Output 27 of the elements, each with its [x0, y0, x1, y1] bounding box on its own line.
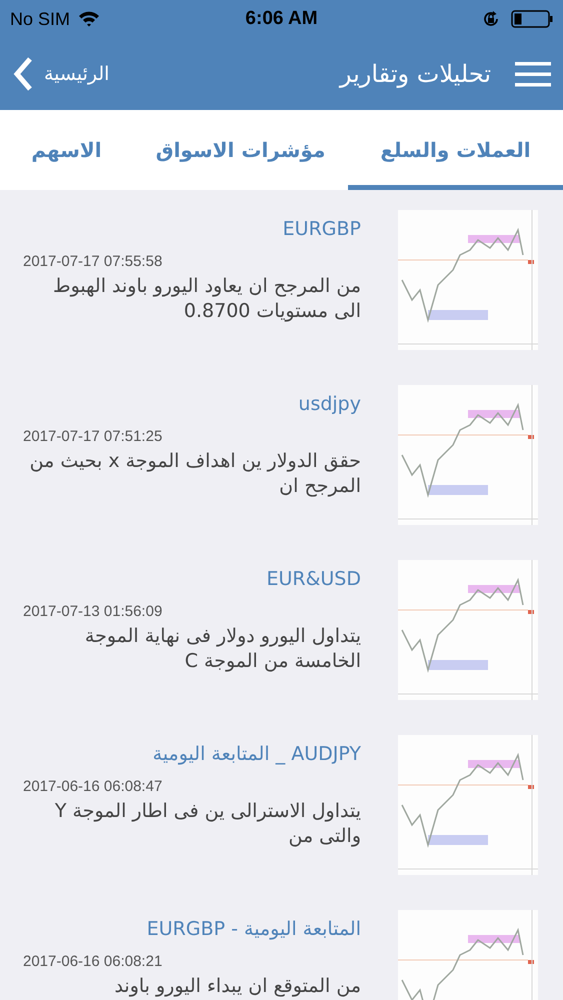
report-date: 2017-07-17 07:51:25 — [23, 427, 164, 447]
tab[interactable]: العملات والسلع — [348, 110, 563, 190]
tab[interactable]: مؤشرات الاسواق — [133, 110, 348, 190]
menu-icon[interactable] — [515, 60, 551, 88]
carrier-text: No SIM — [10, 8, 70, 30]
wifi-icon — [78, 11, 100, 27]
tab[interactable]: الاسهم — [0, 110, 133, 190]
report-date: 2017-07-13 01:56:09 — [23, 602, 164, 622]
battery-icon — [511, 10, 553, 28]
back-button[interactable]: الرئيسية — [12, 56, 110, 92]
report-summary: يتداول اليورو دولار فى نهاية الموجة الخامسة من الموجة C — [84, 624, 361, 674]
report-date: 2017-06-16 06:08:21 — [23, 952, 164, 972]
report-summary: حقق الدولار ين اهداف الموجة x بحيث من المرجح ان — [28, 448, 361, 498]
rotation-lock-icon — [481, 9, 501, 29]
report-date: 2017-06-16 06:08:47 — [23, 777, 164, 797]
clock-text: 6:06 AM — [245, 6, 318, 31]
screen-title: تحليلات وتقارير — [340, 59, 491, 90]
report-summary: من المرجح ان يعاود اليورو باوند الهبوط الى مستويات 0.8700 — [52, 274, 361, 324]
report-title[interactable]: AUDJPY _ المتابعة اليومية — [23, 741, 361, 767]
report-title[interactable]: المتابعة اليومية - EURGBP — [23, 916, 361, 942]
report-title[interactable]: EUR&USD — [23, 566, 361, 592]
report-title[interactable]: EURGBP — [23, 216, 361, 242]
report-summary: يتداول الاسترالى ين فى اطار الموجة Y والتى من — [54, 798, 361, 848]
chevron-left-icon — [12, 56, 34, 92]
report-date: 2017-07-17 07:55:58 — [23, 252, 164, 272]
report-summary: من المتوقع ان يبداء اليورو باوند — [113, 974, 361, 998]
report-title[interactable]: usdjpy — [23, 391, 361, 417]
